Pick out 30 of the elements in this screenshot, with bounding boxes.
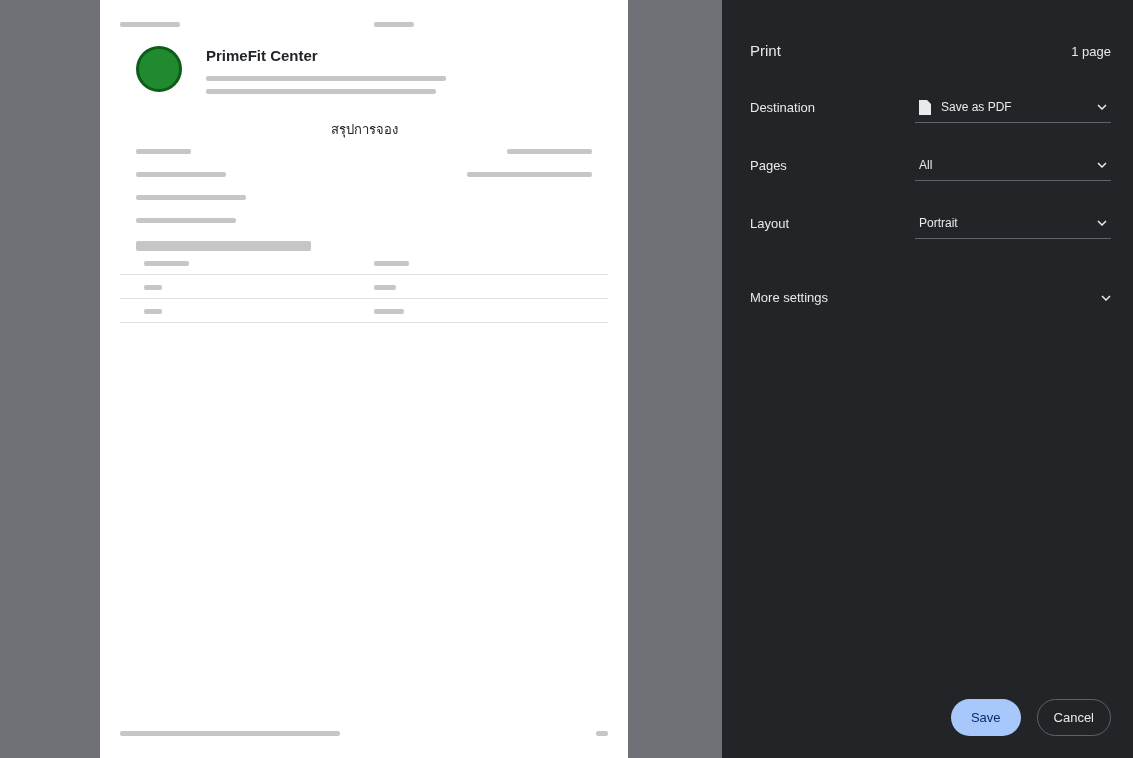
chevron-icon xyxy=(1097,220,1107,226)
blurred-text-line xyxy=(136,149,191,154)
blurred-text-line xyxy=(144,285,162,290)
blurred-text-line xyxy=(144,309,162,314)
blurred-text-line xyxy=(374,22,414,27)
chevron-icon xyxy=(1097,104,1107,110)
dialog-title: Print xyxy=(750,41,781,61)
company-name: PrimeFit Center xyxy=(206,46,319,66)
blurred-text-line xyxy=(374,261,409,266)
blurred-text-line xyxy=(144,261,189,266)
summary-title: สรุปการจอง xyxy=(329,120,399,139)
setting-label: Destination xyxy=(750,98,817,117)
save-button[interactable]: Save xyxy=(950,698,1021,736)
select-field[interactable]: Save as PDF xyxy=(915,92,1111,123)
logo-icon xyxy=(136,46,182,93)
page-count: 1 page xyxy=(1071,42,1111,61)
select-value: All xyxy=(919,157,933,174)
blurred-text-line xyxy=(120,22,180,27)
select-value: Save as PDF xyxy=(941,99,1012,116)
select-field[interactable]: All xyxy=(915,150,1111,181)
blurred-text-line xyxy=(374,309,404,314)
select-field[interactable]: Portrait xyxy=(915,208,1111,239)
more-settings-toggle[interactable]: More settings xyxy=(750,268,1111,327)
blurred-text-line xyxy=(596,731,608,736)
chevron-icon xyxy=(1097,162,1107,168)
setting-label: Layout xyxy=(750,214,791,233)
setting-label: Pages xyxy=(750,156,788,175)
select-value: Portrait xyxy=(919,215,958,232)
document-icon xyxy=(919,99,931,115)
blurred-text-line xyxy=(374,285,396,290)
